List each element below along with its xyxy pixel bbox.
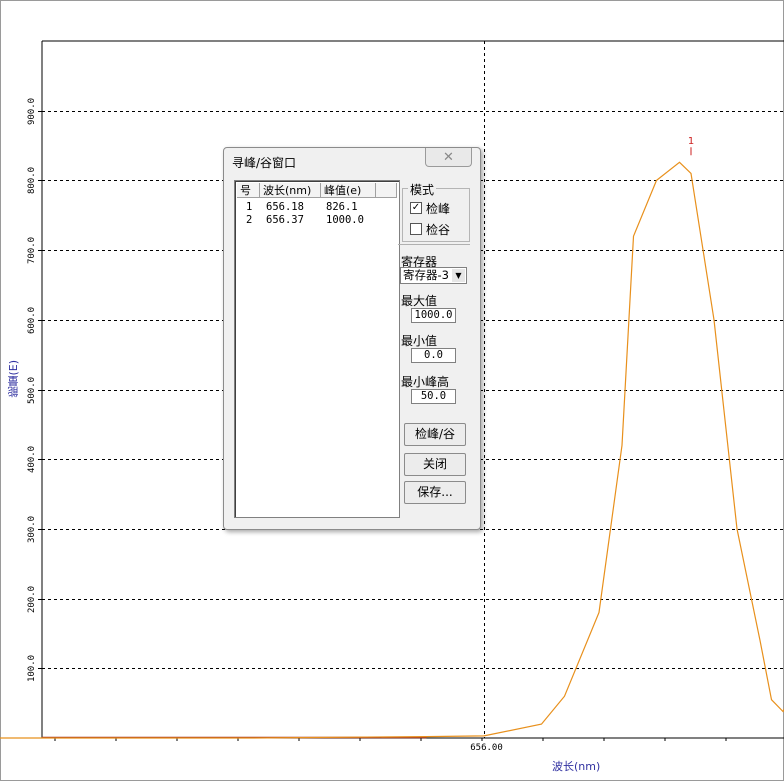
row-peak-value: 1000.0 <box>326 214 364 226</box>
close-button[interactable]: 关闭 <box>404 453 466 476</box>
y-tick-label: 700.0 <box>27 237 37 264</box>
y-tick-label: 100.0 <box>27 655 37 682</box>
peak-marker-label: 1 <box>688 136 694 147</box>
row-wavelength: 656.18 <box>266 201 304 213</box>
dialog-title: 寻峰/谷窗口 <box>232 156 297 170</box>
column-header-peak-value[interactable]: 峰值(e) <box>321 183 376 198</box>
min-peak-height-label: 最小峰高 <box>401 375 450 389</box>
detect-peak-valley-button[interactable]: 检峰/谷 <box>404 423 466 446</box>
valley-checkbox[interactable] <box>410 223 422 235</box>
chevron-down-icon[interactable]: ▼ <box>452 269 465 282</box>
y-tick-label: 300.0 <box>27 516 37 543</box>
row-peak-value: 826.1 <box>326 201 358 213</box>
peak-list[interactable]: 号 波长(nm) 峰值(e) 1 656.18 826.1 2 656.37 1… <box>234 180 400 518</box>
min-peak-height-input[interactable]: 50.0 <box>411 389 456 404</box>
max-label: 最大值 <box>401 294 438 308</box>
column-header-wavelength[interactable]: 波长(nm) <box>260 183 321 198</box>
save-button[interactable]: 保存... <box>404 481 466 504</box>
checkmark-icon: ✓ <box>411 202 421 213</box>
x-axis-label: 波长(nm) <box>552 760 601 773</box>
row-index: 1 <box>246 201 253 213</box>
mode-label: 模式 <box>408 181 437 198</box>
valley-checkbox-label[interactable]: 检谷 <box>426 221 450 238</box>
register-value: 寄存器-3 <box>403 268 449 282</box>
y-tick-label: 600.0 <box>27 307 37 334</box>
column-header-blank <box>376 183 397 198</box>
y-tick-label: 500.0 <box>27 377 37 404</box>
x-tick-label: 656.00 <box>470 743 503 753</box>
panel-divider <box>398 244 470 245</box>
peak-checkbox-label[interactable]: 检峰 <box>426 200 450 217</box>
y-tick-label: 200.0 <box>27 586 37 613</box>
register-select[interactable]: 寄存器-3 ▼ <box>400 267 467 284</box>
y-axis-label: 能量(E) <box>7 360 20 398</box>
max-value-input[interactable]: 1000.0 <box>411 308 456 323</box>
peak-checkbox[interactable]: ✓ <box>410 202 422 214</box>
row-index: 2 <box>246 214 253 226</box>
min-value-input[interactable]: 0.0 <box>411 348 456 363</box>
row-wavelength: 656.37 <box>266 214 304 226</box>
column-header-index[interactable]: 号 <box>237 183 260 198</box>
y-tick-label: 800.0 <box>27 167 37 194</box>
close-icon[interactable]: ✕ <box>425 148 472 167</box>
peak-valley-dialog: 寻峰/谷窗口 ✕ 号 波长(nm) 峰值(e) 1 656.18 826.1 2… <box>223 147 481 530</box>
y-tick-label: 900.0 <box>27 98 37 125</box>
min-label: 最小值 <box>401 334 438 348</box>
y-tick-label: 400.0 <box>27 446 37 473</box>
